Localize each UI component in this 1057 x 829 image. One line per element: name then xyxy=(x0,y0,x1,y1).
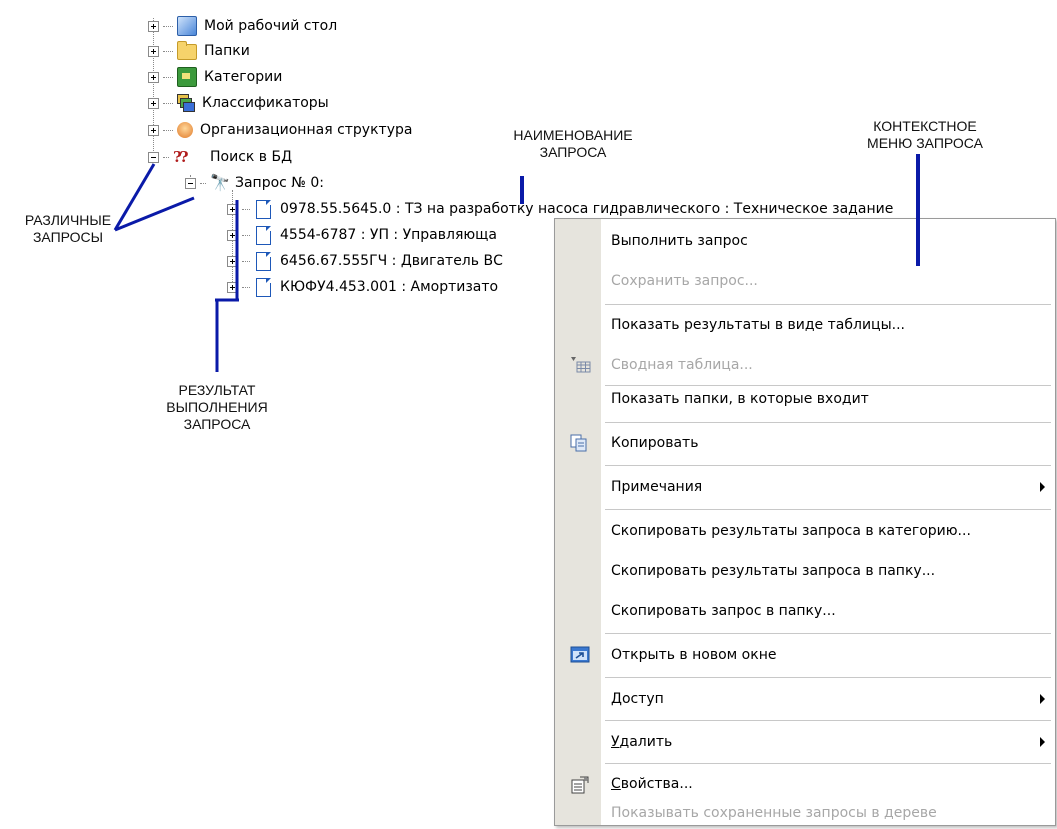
annotation-arrows xyxy=(113,163,239,372)
annotation-pointer xyxy=(916,154,920,266)
